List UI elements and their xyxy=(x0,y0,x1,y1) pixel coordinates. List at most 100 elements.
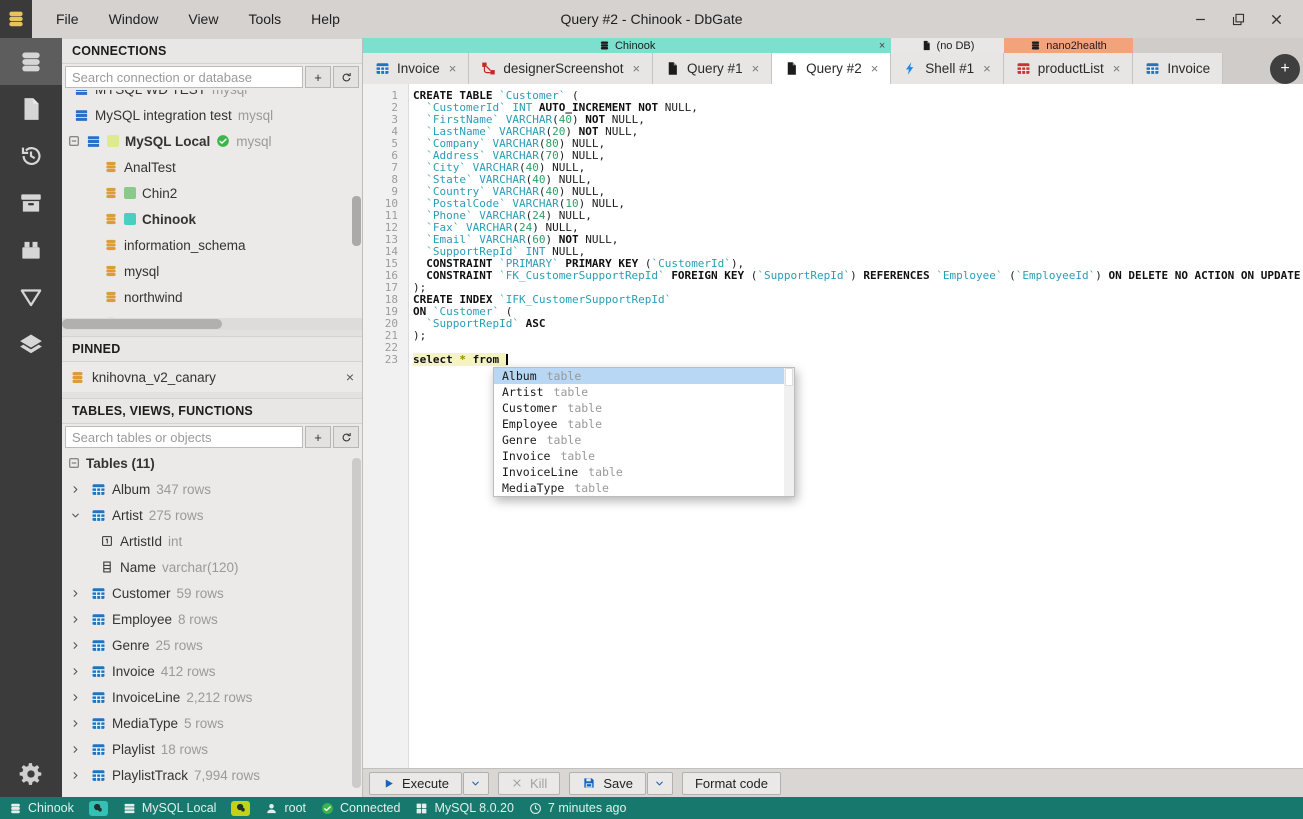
table-list-item[interactable]: Customer 59 rows xyxy=(62,580,362,606)
statusbar-item[interactable] xyxy=(88,800,108,816)
save-button[interactable]: Save xyxy=(569,771,646,795)
connections-hscrollbar[interactable] xyxy=(62,318,362,330)
table-list-item[interactable]: PlaylistTrack 7,994 rows xyxy=(62,762,362,788)
table-list-item[interactable]: MediaType 5 rows xyxy=(62,710,362,736)
tab-group-header[interactable]: (no DB) xyxy=(891,38,1004,53)
statusbar-item[interactable] xyxy=(231,800,251,816)
tab-invoice[interactable]: Invoice × xyxy=(363,53,470,84)
chevron-right-icon[interactable] xyxy=(70,744,81,755)
autocomplete-item[interactable]: MediaType table xyxy=(494,480,784,496)
new-tab-button[interactable]: + xyxy=(1270,54,1300,84)
column-list-item[interactable]: Name varchar(120) xyxy=(62,554,362,580)
tables-search-input[interactable] xyxy=(65,426,303,448)
chevron-right-icon[interactable] xyxy=(70,588,81,599)
dropdown-caret-button[interactable] xyxy=(646,771,673,795)
database-list-item[interactable]: mysql xyxy=(62,258,362,284)
table-list-item[interactable]: Employee 8 rows xyxy=(62,606,362,632)
chevron-down-icon[interactable] xyxy=(70,510,81,521)
column-list-item[interactable]: ArtistId int xyxy=(62,528,362,554)
database-list-item[interactable]: northwind xyxy=(62,284,362,310)
format-code-button[interactable]: Format code xyxy=(681,771,781,795)
chevron-right-icon[interactable] xyxy=(70,484,81,495)
activitybar-item-database[interactable] xyxy=(0,38,62,85)
database-list-item[interactable]: performance_schema xyxy=(62,310,362,318)
chevron-right-icon[interactable] xyxy=(70,614,81,625)
color-swatch-button[interactable] xyxy=(231,800,251,816)
menu-view[interactable]: View xyxy=(178,7,228,31)
autocomplete-item[interactable]: Invoice table xyxy=(494,448,784,464)
chevron-right-icon[interactable] xyxy=(70,666,81,677)
statusbar-item[interactable]: root xyxy=(265,801,306,815)
close-tab-button[interactable]: × xyxy=(449,61,457,76)
statusbar-item[interactable]: Connected xyxy=(321,801,400,815)
connection-list-item[interactable]: MYSQL WD TEST mysql xyxy=(62,90,362,102)
tab-group-header[interactable]: nano2health xyxy=(1003,38,1134,53)
table-list-item[interactable]: Album 347 rows xyxy=(62,476,362,502)
autocomplete-scrollbar[interactable] xyxy=(784,368,794,496)
sql-editor[interactable]: 1 2 3 4 5 6 7 8 9 10 11 12 13 14 15 16 17 18 19 20 21 22 23 CR… xyxy=(363,84,1303,768)
database-list-item[interactable]: Chinook xyxy=(62,206,362,232)
table-list-item[interactable]: Playlist 18 rows xyxy=(62,736,362,762)
connection-list-item[interactable]: MySQL Local mysql xyxy=(62,128,362,154)
execute-button[interactable]: Execute xyxy=(369,771,462,795)
tab-query-1[interactable]: Query #1 × xyxy=(653,53,773,84)
restore-button[interactable] xyxy=(1223,4,1253,34)
activitybar-item-plugins[interactable] xyxy=(0,226,62,273)
tab-invoice[interactable]: Invoice xyxy=(1133,53,1224,84)
close-tab-button[interactable]: × xyxy=(752,61,760,76)
tab-shell-1[interactable]: Shell #1 × xyxy=(891,53,1004,84)
activitybar-item-settings[interactable] xyxy=(0,750,62,797)
autocomplete-item[interactable]: InvoiceLine table xyxy=(494,464,784,480)
refresh-connections-button[interactable] xyxy=(333,66,359,88)
tab-designerscreenshot[interactable]: designerScreenshot × xyxy=(469,53,654,84)
close-tab-button[interactable]: × xyxy=(983,61,991,76)
add-table-button[interactable]: + xyxy=(305,426,331,448)
tab-query-2[interactable]: Query #2 × xyxy=(772,53,892,84)
close-group-button[interactable]: × xyxy=(879,40,885,52)
tab-productlist[interactable]: productList × xyxy=(1003,53,1134,84)
autocomplete-item[interactable]: Employee table xyxy=(494,416,784,432)
chevron-right-icon[interactable] xyxy=(70,640,81,651)
menu-tools[interactable]: Tools xyxy=(238,7,291,31)
close-tab-button[interactable]: × xyxy=(632,61,640,76)
tab-group-header[interactable]: Chinook × xyxy=(363,38,892,53)
activitybar-item-archive[interactable] xyxy=(0,179,62,226)
chevron-right-icon[interactable] xyxy=(70,770,81,781)
chevron-right-icon[interactable] xyxy=(70,692,81,703)
statusbar-item[interactable]: 7 minutes ago xyxy=(529,801,626,815)
add-connection-button[interactable]: + xyxy=(305,66,331,88)
database-list-item[interactable]: information_schema xyxy=(62,232,362,258)
activitybar-item-layers[interactable] xyxy=(0,320,62,367)
menu-window[interactable]: Window xyxy=(99,7,169,31)
close-tab-button[interactable]: × xyxy=(871,61,879,76)
close-tab-button[interactable]: × xyxy=(1113,61,1121,76)
table-list-item[interactable]: Invoice 412 rows xyxy=(62,658,362,684)
table-list-item[interactable]: InvoiceLine 2,212 rows xyxy=(62,684,362,710)
menu-help[interactable]: Help xyxy=(301,7,350,31)
tables-vscrollbar[interactable] xyxy=(352,458,361,788)
activitybar-item-triangle[interactable] xyxy=(0,273,62,320)
table-list-item[interactable]: Artist 275 rows xyxy=(62,502,362,528)
statusbar-item[interactable]: MySQL 8.0.20 xyxy=(415,801,514,815)
statusbar-item[interactable]: Chinook xyxy=(9,801,74,815)
minimize-button[interactable] xyxy=(1185,4,1215,34)
autocomplete-item[interactable]: Album table xyxy=(494,368,784,384)
connections-search-input[interactable] xyxy=(65,66,303,88)
autocomplete-item[interactable]: Customer table xyxy=(494,400,784,416)
collapse-icon[interactable] xyxy=(68,457,80,469)
tables-group-row[interactable]: Tables (11) xyxy=(62,450,362,476)
chevron-right-icon[interactable] xyxy=(70,718,81,729)
unpin-button[interactable]: × xyxy=(346,369,354,385)
tab-group-header[interactable] xyxy=(1133,38,1224,53)
refresh-tables-button[interactable] xyxy=(333,426,359,448)
menu-file[interactable]: File xyxy=(46,7,89,31)
table-list-item[interactable]: Genre 25 rows xyxy=(62,632,362,658)
activitybar-item-file[interactable] xyxy=(0,85,62,132)
color-swatch-button[interactable] xyxy=(88,800,108,816)
connections-vscrollbar[interactable] xyxy=(352,196,361,246)
close-window-button[interactable] xyxy=(1261,4,1291,34)
dropdown-caret-button[interactable] xyxy=(462,771,489,795)
connection-list-item[interactable]: MySQL integration test mysql xyxy=(62,102,362,128)
autocomplete-item[interactable]: Genre table xyxy=(494,432,784,448)
database-list-item[interactable]: Chin2 xyxy=(62,180,362,206)
